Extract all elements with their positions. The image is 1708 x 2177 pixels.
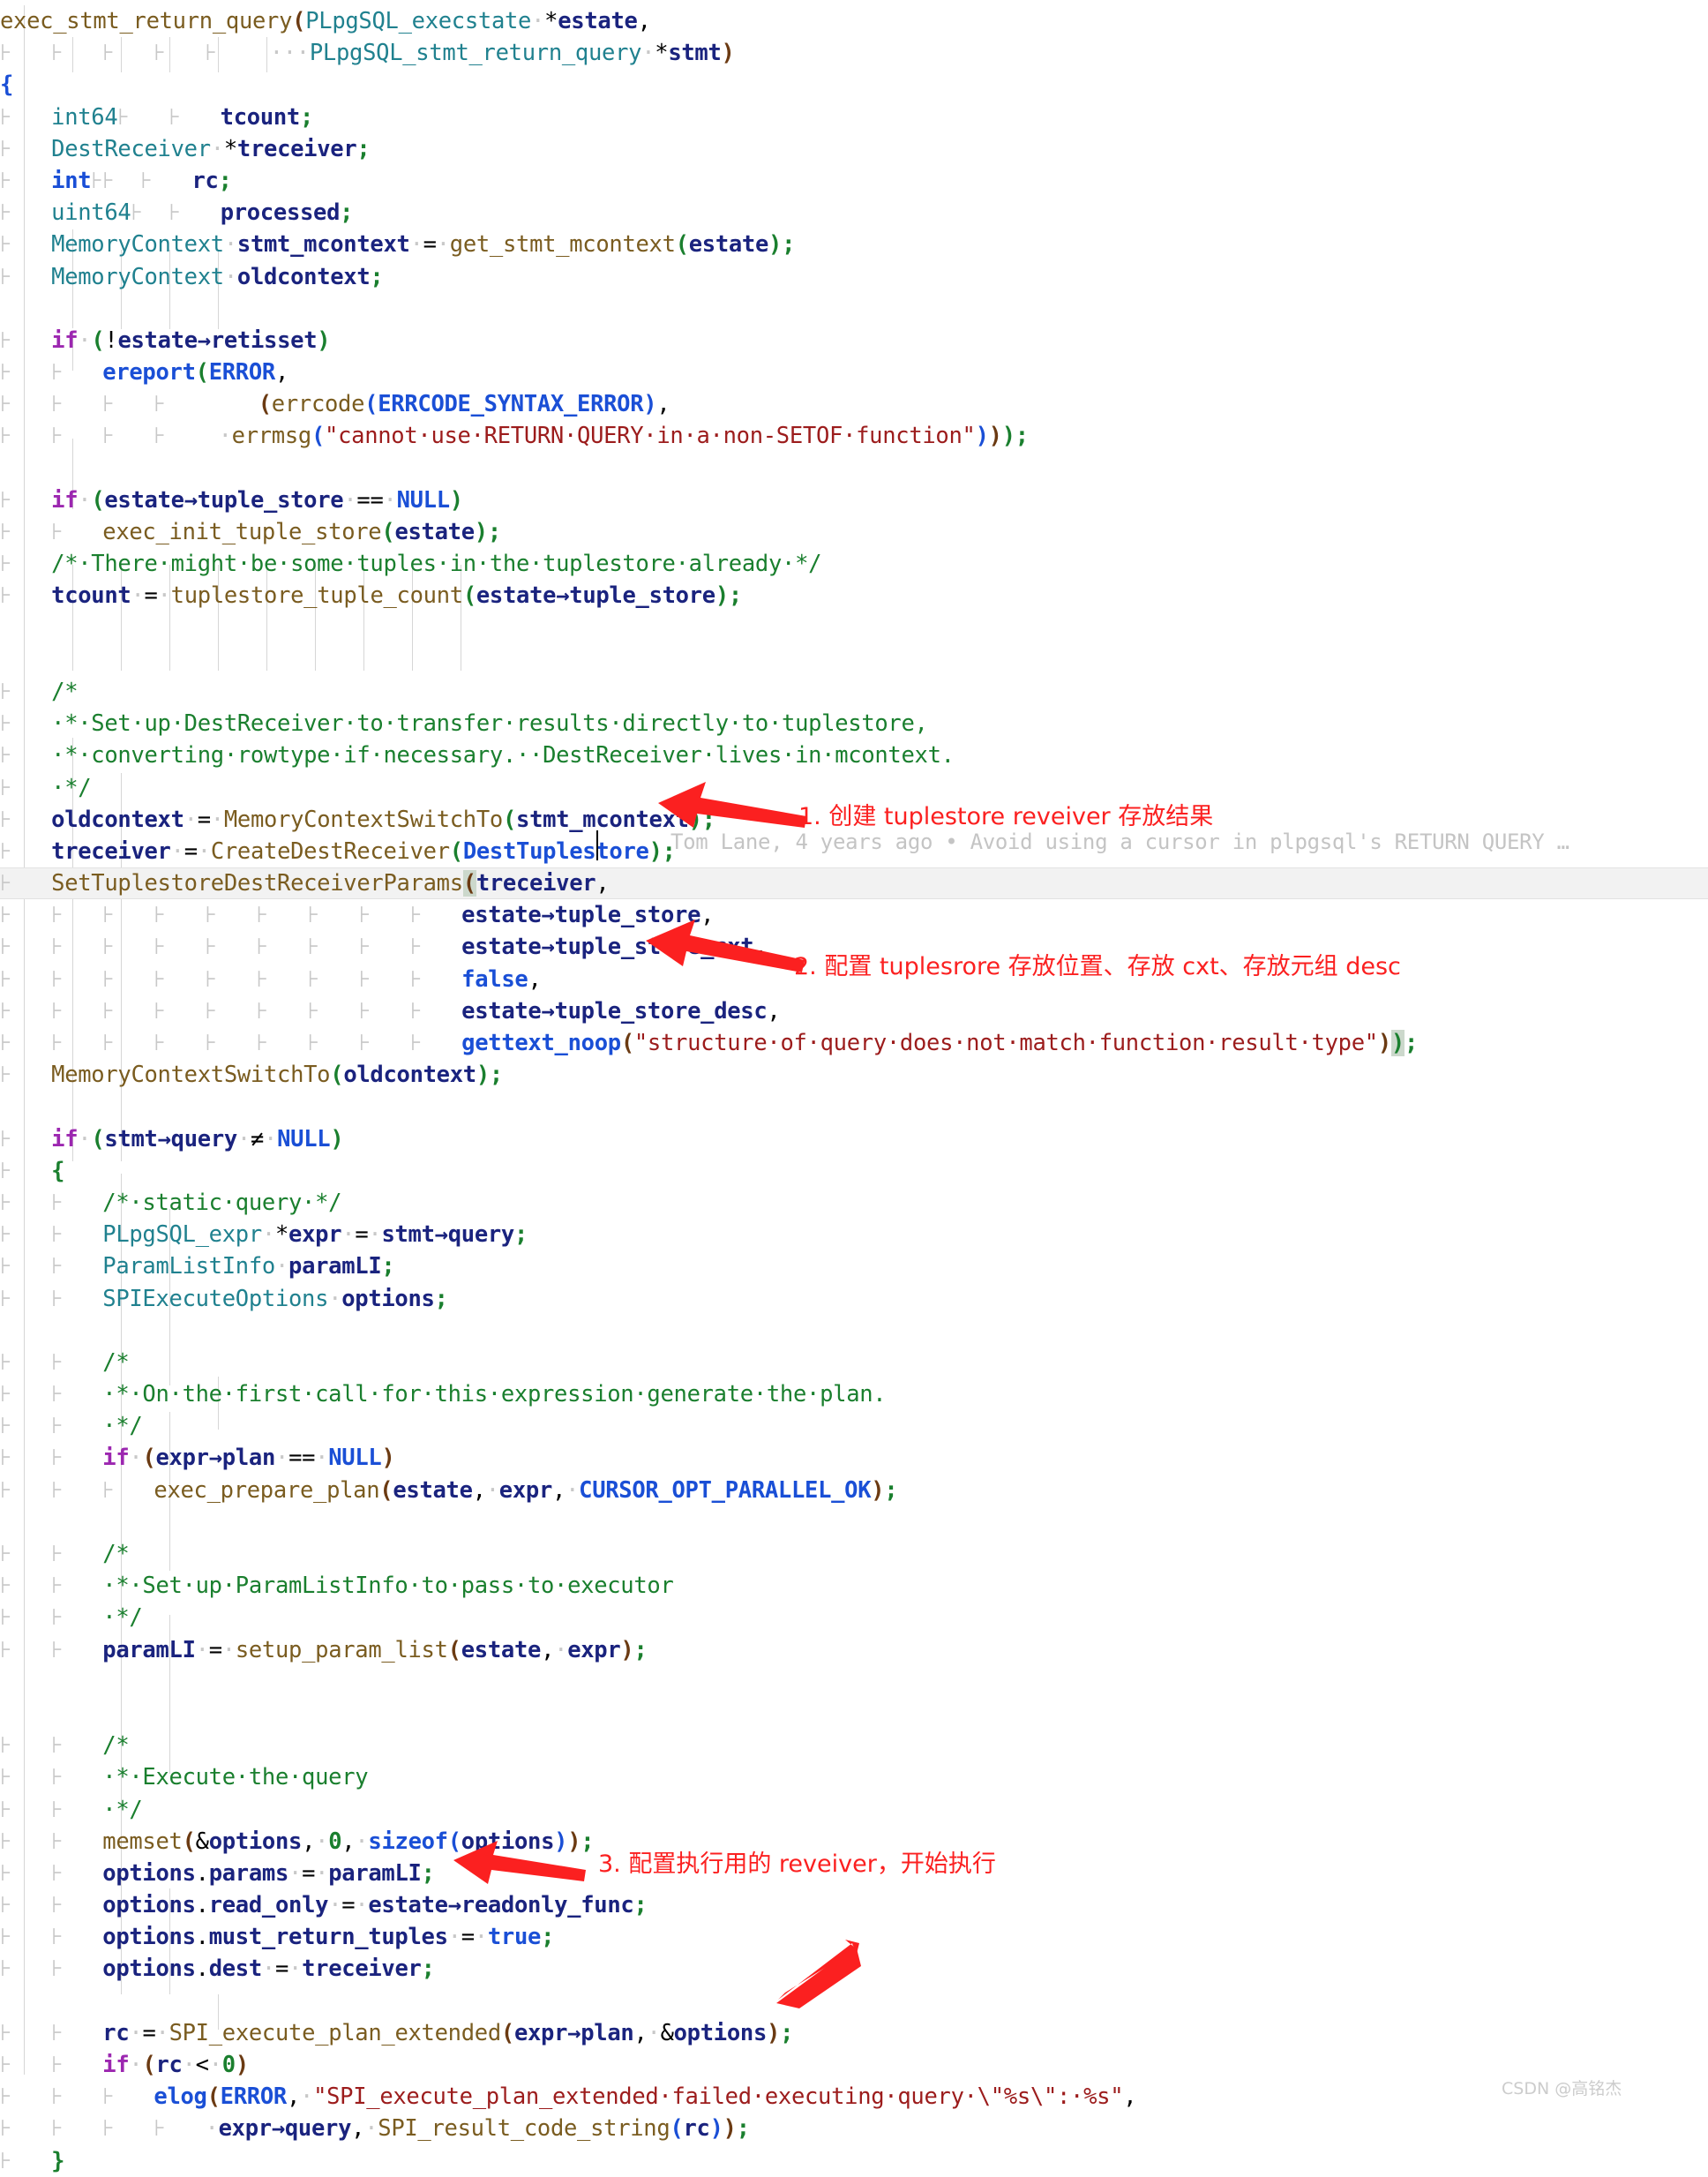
code-line[interactable]: ⊦ ⊦ ⊦ ⊦ ⊦ ⊦ ⊦ ⊦ ⊦ estate→tuple_store, [0, 899, 1708, 931]
code-line[interactable]: ⊦ ⊦ ⊦ ⊦ ·expr→query,·SPI_result_code_str… [0, 2113, 1708, 2144]
code-line[interactable]: ⊦ DestReceiver·*treceiver; [0, 133, 1708, 165]
annotation-arrow-3b [776, 1940, 861, 2008]
code-line[interactable]: ⊦ ⊦ ·*·Set·up·ParamListInfo·to·pass·to·e… [0, 1570, 1708, 1602]
code-line[interactable]: ⊦ MemoryContextSwitchTo(oldcontext); [0, 1059, 1708, 1091]
code-line[interactable]: exec_stmt_return_query(PLpgSQL_execstate… [0, 5, 1708, 37]
code-line[interactable]: ⊦ ⊦ /* [0, 1730, 1708, 1761]
code-line[interactable]: ⊦ tcount·=·tuplestore_tuple_count(estate… [0, 580, 1708, 612]
code-line[interactable]: ⊦ if·(estate→tuple_store·==·NULL) [0, 484, 1708, 516]
code-line[interactable]: ⊦ ⊦ exec_init_tuple_store(estate); [0, 516, 1708, 548]
code-line[interactable]: ⊦ ⊦ ·*·Execute·the·query [0, 1761, 1708, 1793]
code-line[interactable]: { [0, 69, 1708, 101]
code-line[interactable] [0, 1315, 1708, 1347]
code-line[interactable]: ⊦ ⊦ ⊦ exec_prepare_plan(estate,·expr,·CU… [0, 1475, 1708, 1506]
code-line[interactable]: ⊦ ⊦ if·(rc·<·0) [0, 2049, 1708, 2081]
code-line[interactable]: ⊦ ⊦ paramLI·=·setup_param_list(estate,·e… [0, 1634, 1708, 1666]
annotation-arrow-3 [453, 1841, 586, 1884]
code-line[interactable]: ⊦ ⊦ ⊦ ⊦ ·errmsg("cannot·use·RETURN·QUERY… [0, 420, 1708, 452]
annotation-arrow-1 [658, 782, 806, 828]
code-line[interactable]: ⊦ ⊦ /* [0, 1347, 1708, 1378]
code-line[interactable]: ⊦ ⊦ PLpgSQL_expr·*expr·=·stmt→query; [0, 1219, 1708, 1250]
code-line[interactable]: ⊦ ⊦ ParamListInfo·paramLI; [0, 1250, 1708, 1282]
code-line[interactable] [0, 1698, 1708, 1730]
annotation-label-3: 3. 配置执行用的 reveiver，开始执行 [598, 1850, 996, 1878]
annotation-label-2: 2. 配置 tuplesrore 存放位置、存放 cxt、存放元组 desc [794, 953, 1401, 980]
annotation-label-1: 1. 创建 tuplestore reveiver 存放结果 [798, 803, 1214, 830]
code-line[interactable]: ⊦ ⊦ ·*/ [0, 1794, 1708, 1826]
code-line[interactable]: ⊦ if·(!estate→retisset) [0, 325, 1708, 357]
code-line[interactable]: ⊦ ⊦ ⊦ ⊦ ⊦ ···PLpgSQL_stmt_return_query·*… [0, 37, 1708, 69]
code-line[interactable]: ⊦ /* [0, 676, 1708, 708]
code-line[interactable]: ⊦ ⊦ ⊦ ⊦ ⊦ ⊦ ⊦ ⊦ ⊦ estate→tuple_store_des… [0, 995, 1708, 1027]
text-caret [596, 830, 598, 860]
code-line[interactable] [0, 1666, 1708, 1698]
code-line[interactable]: ⊦ ⊦ ·*/ [0, 1410, 1708, 1442]
code-line[interactable]: ⊦ ⊦ rc·=·SPI_execute_plan_extended(expr→… [0, 2017, 1708, 2049]
code-line[interactable]: ⊦ ⊦ /* [0, 1538, 1708, 1570]
code-line[interactable]: ⊦ ⊦ ereport(ERROR, [0, 357, 1708, 388]
code-line[interactable]: ⊦ ·*·converting·rowtype·if·necessary.··D… [0, 739, 1708, 771]
code-line[interactable]: ⊦ { [0, 1155, 1708, 1187]
code-line[interactable] [0, 293, 1708, 325]
code-line[interactable]: ⊦ ⊦ ·*·On·the·first·call·for·this·expres… [0, 1378, 1708, 1410]
code-line[interactable] [0, 1091, 1708, 1122]
annotation-arrow-2 [646, 920, 805, 972]
code-line[interactable]: ⊦ int64⊦ ⊦ tcount; [0, 101, 1708, 133]
code-line[interactable]: ⊦ ⊦ ⊦ elog(ERROR,·"SPI_execute_plan_exte… [0, 2081, 1708, 2113]
watermark: CSDN @高铭杰 [1502, 2079, 1622, 2098]
code-line[interactable]: ⊦ ⊦ if·(expr→plan·==·NULL) [0, 1442, 1708, 1474]
code-line[interactable]: ⊦ /*·There·might·be·some·tuples·in·the·t… [0, 548, 1708, 580]
code-line[interactable]: ⊦ ·*·Set·up·DestReceiver·to·transfer·res… [0, 708, 1708, 739]
code-line[interactable]: ⊦ ⊦ SPIExecuteOptions·options; [0, 1283, 1708, 1315]
code-line[interactable] [0, 612, 1708, 644]
code-line[interactable]: ⊦ uint64⊦ ⊦ processed; [0, 197, 1708, 229]
code-line[interactable]: ⊦ if·(stmt→query·≠·NULL) [0, 1123, 1708, 1155]
code-line[interactable]: ⊦ ⊦ ·*/ [0, 1602, 1708, 1633]
code-line[interactable] [0, 1506, 1708, 1538]
code-line[interactable]: ⊦ int⊦⊦ ⊦ rc; [0, 165, 1708, 197]
code-line[interactable]: ⊦ ⊦ options.read_only·=·estate→readonly_… [0, 1889, 1708, 1921]
code-line[interactable]: ⊦ ⊦ /*·static·query·*/ [0, 1187, 1708, 1219]
code-line[interactable]: ⊦ MemoryContext·stmt_mcontext·=·get_stmt… [0, 229, 1708, 260]
code-line[interactable]: ⊦ } [0, 2145, 1708, 2177]
code-editor[interactable]: exec_stmt_return_query(PLpgSQL_execstate… [0, 0, 1708, 2174]
code-line[interactable] [0, 644, 1708, 676]
code-line[interactable] [0, 453, 1708, 484]
code-line[interactable]: ⊦ ⊦ ⊦ ⊦ ⊦ ⊦ ⊦ ⊦ ⊦ gettext_noop("structur… [0, 1027, 1708, 1059]
code-line[interactable]: ⊦ ⊦ ⊦ ⊦ (errcode(ERRCODE_SYNTAX_ERROR), [0, 388, 1708, 420]
code-line[interactable]: ⊦ MemoryContext·oldcontext; [0, 261, 1708, 293]
code-line-current[interactable]: ⊦ SetTuplestoreDestReceiverParams(trecei… [0, 867, 1708, 900]
